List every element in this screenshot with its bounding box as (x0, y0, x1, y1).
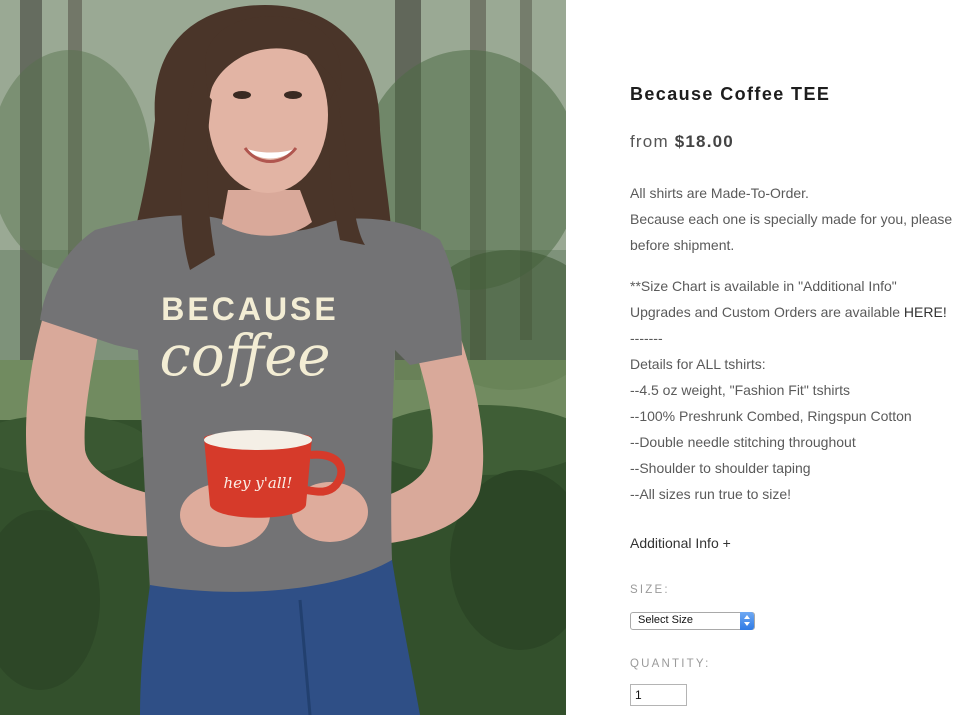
product-title: Because Coffee TEE (630, 84, 831, 104)
price-amount: $18.00 (674, 132, 734, 151)
description-line: All shirts are Made-To-Order. (630, 185, 809, 201)
shirt-print-top: BECAUSE (161, 291, 338, 327)
shirt-print-bottom: coffee (159, 324, 330, 389)
size-select[interactable]: Select Size (630, 612, 755, 630)
description-line: before shipment. (630, 237, 735, 253)
size-chart-note: **Size Chart is available in "Additional… (630, 278, 897, 294)
description-divider: ------- (630, 330, 663, 346)
detail-item: --100% Preshrunk Combed, Ringspun Cotton (630, 408, 912, 424)
details-heading: Details for ALL tshirts: (630, 356, 766, 372)
select-stepper-icon (740, 612, 754, 630)
size-label: SIZE: (630, 584, 670, 596)
product-details: Because Coffee TEE from $18.00 All shirt… (630, 0, 976, 715)
additional-info-toggle[interactable]: Additional Info + (630, 535, 731, 551)
detail-item: --4.5 oz weight, "Fashion Fit" tshirts (630, 382, 851, 398)
upgrades-line: Upgrades and Custom Orders are available… (630, 299, 976, 325)
description-line: Because each one is specially made for y… (630, 211, 953, 227)
quantity-label: QUANTITY: (630, 658, 711, 670)
product-description: All shirts are Made-To-Order. Because ea… (630, 180, 976, 507)
upgrades-text: Upgrades and Custom Orders are available (630, 304, 904, 320)
quantity-input[interactable]: 1 (630, 684, 687, 706)
detail-item: --Double needle stitching throughout (630, 434, 856, 450)
product-photo[interactable]: BECAUSE coffee hey y'all! (0, 0, 566, 715)
detail-item: --Shoulder to shoulder taping (630, 460, 811, 476)
mug-print: hey y'all! (224, 474, 293, 492)
model-illustration: BECAUSE coffee hey y'all! (0, 0, 566, 715)
size-select-value: Select Size (638, 614, 694, 626)
product-page: BECAUSE coffee hey y'all! Because Coffee… (0, 0, 976, 715)
price-prefix: from (630, 132, 669, 151)
upgrades-link[interactable]: HERE! (904, 304, 947, 320)
detail-item: --All sizes run true to size! (630, 486, 792, 502)
product-price: from $18.00 (630, 132, 734, 152)
